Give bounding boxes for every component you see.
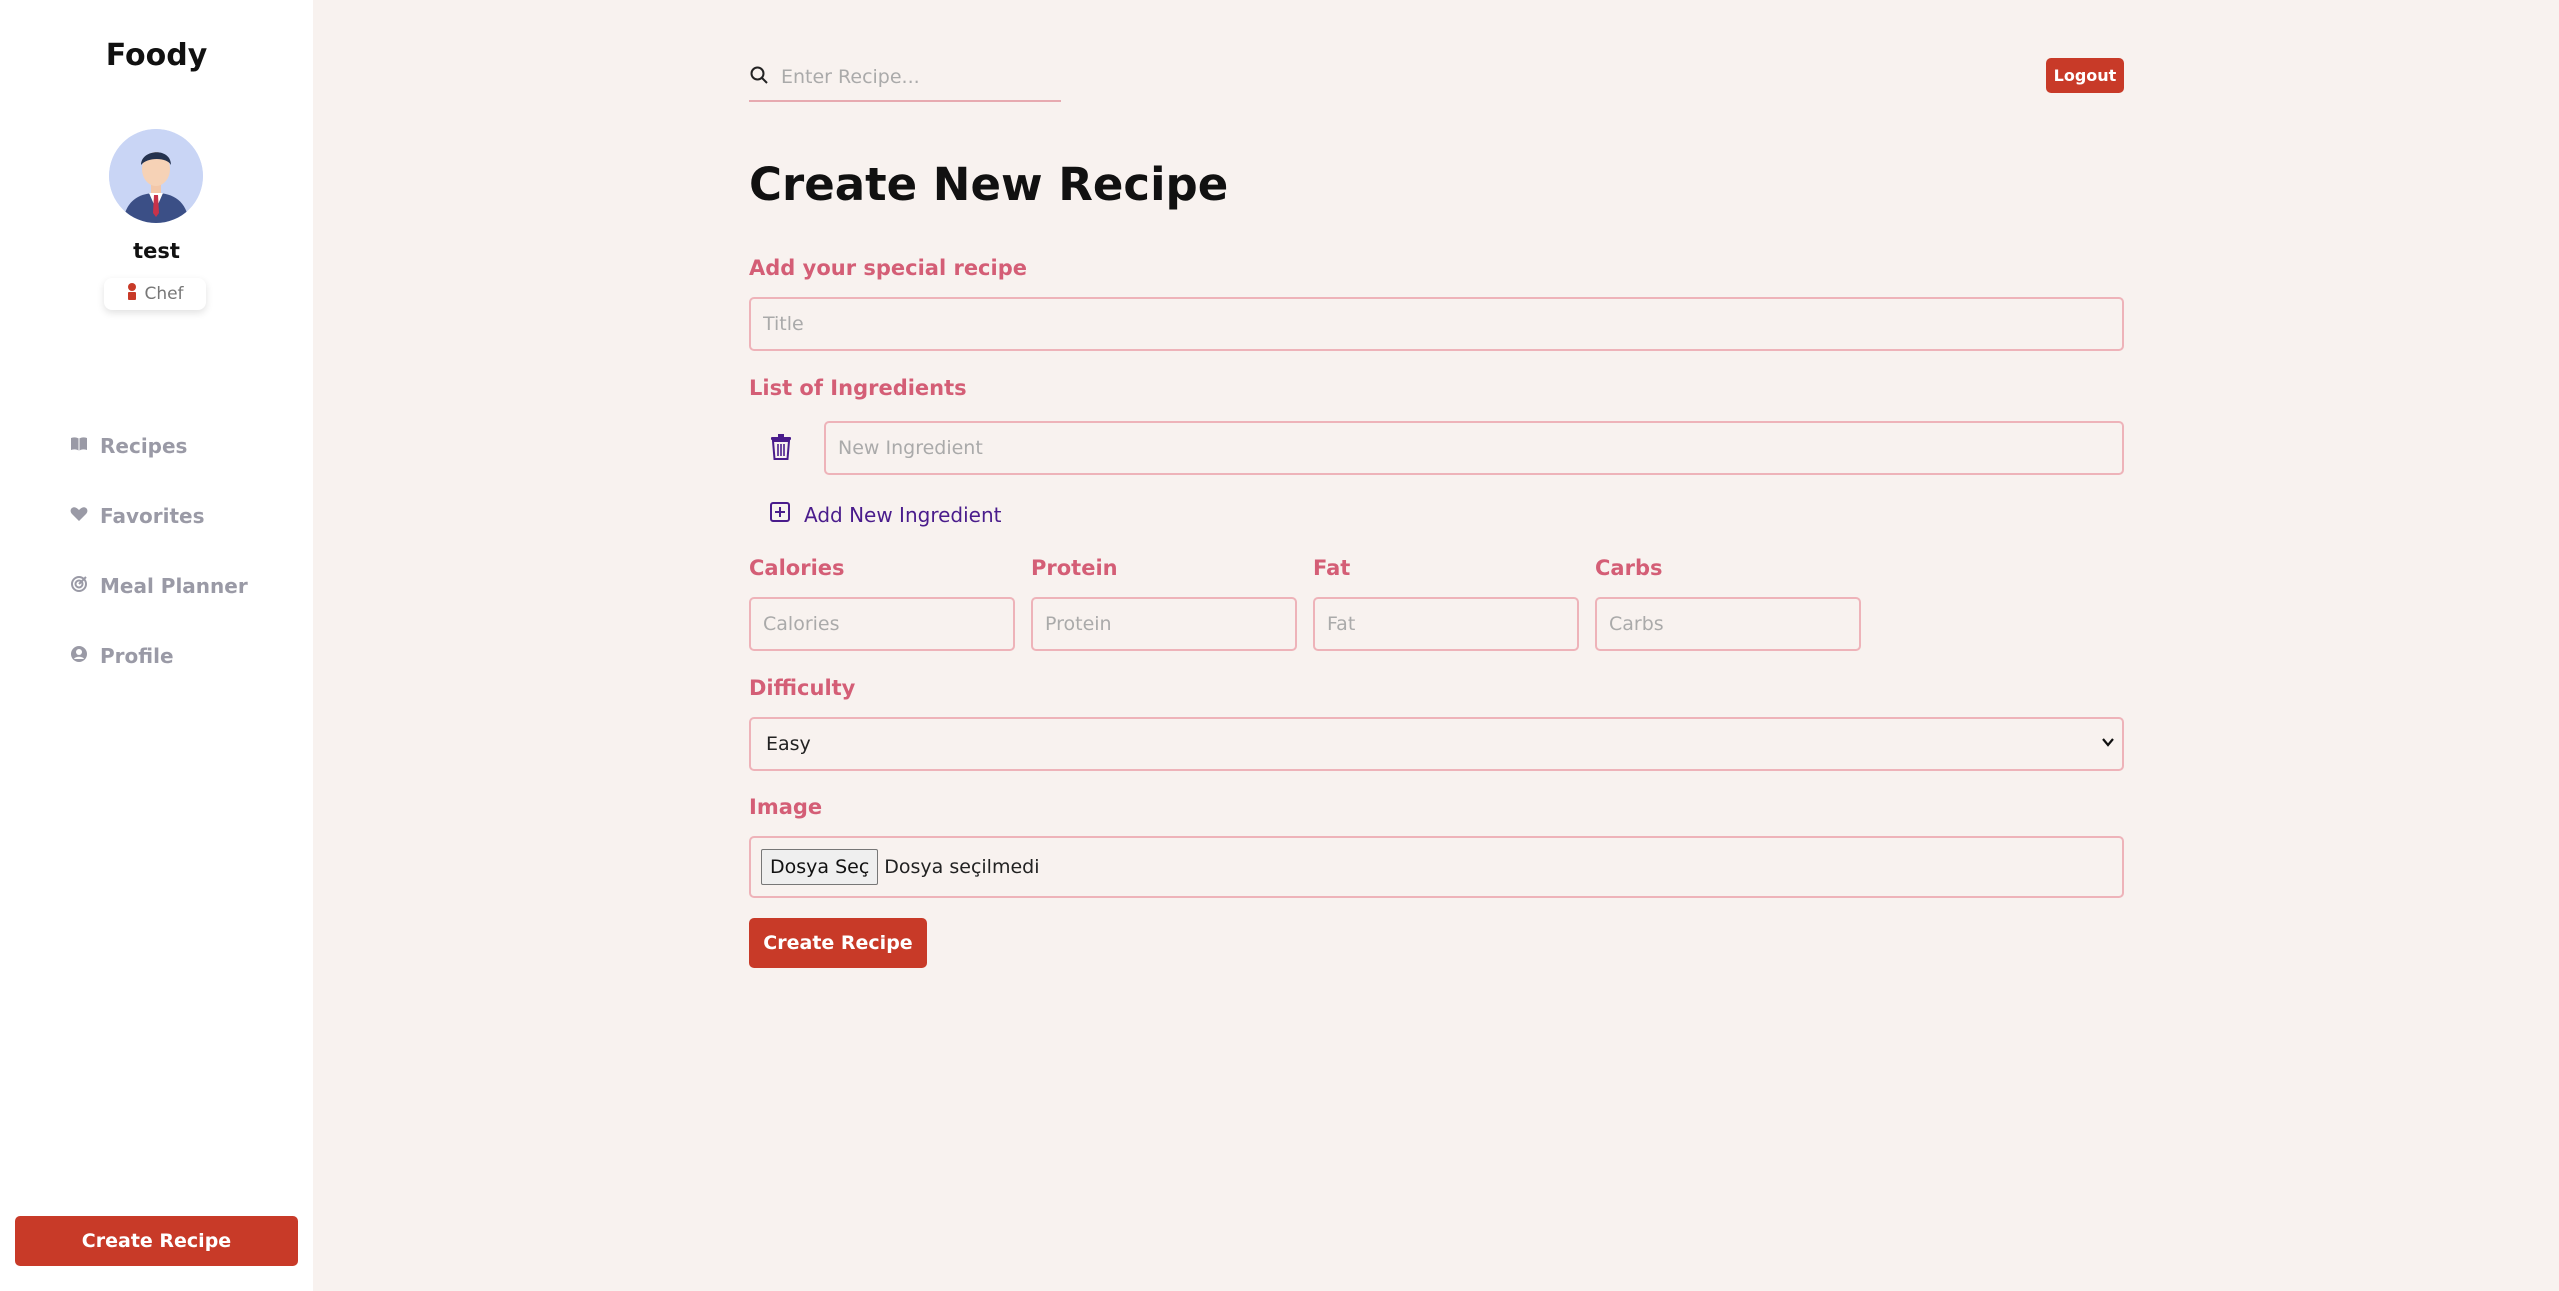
- recipe-label: Add your special recipe: [749, 256, 1027, 280]
- carbs-input[interactable]: [1595, 597, 1861, 651]
- ingredients-label: List of Ingredients: [749, 376, 967, 400]
- sidebar-item-label: Recipes: [100, 434, 188, 458]
- plus-square-icon: [770, 502, 790, 527]
- sidebar-item-profile[interactable]: Profile: [70, 644, 174, 668]
- sidebar-item-meal-planner[interactable]: Meal Planner: [70, 574, 248, 598]
- username: test: [133, 239, 180, 263]
- image-upload-field: Dosya Seç Dosya seçilmedi: [749, 836, 2124, 898]
- trash-icon[interactable]: [770, 434, 792, 460]
- choose-file-button[interactable]: Dosya Seç: [761, 849, 879, 885]
- protein-label: Protein: [1031, 556, 1118, 580]
- role-badge: Chef: [104, 278, 206, 310]
- protein-input[interactable]: [1031, 597, 1297, 651]
- brand-logo: Foody: [105, 38, 208, 73]
- difficulty-select[interactable]: Easy: [749, 717, 2124, 771]
- chevron-down-icon: [2100, 733, 2116, 755]
- search-icon: [749, 65, 769, 89]
- carbs-label: Carbs: [1595, 556, 1663, 580]
- file-status: Dosya seçilmedi: [884, 856, 1040, 878]
- sidebar: Foody test Chef Recipes Favorites Meal P…: [0, 0, 313, 1291]
- fat-input[interactable]: [1313, 597, 1579, 651]
- chef-icon: [126, 283, 138, 305]
- difficulty-value: Easy: [766, 733, 811, 755]
- create-recipe-button[interactable]: Create Recipe: [749, 918, 927, 968]
- user-circle-icon: [70, 644, 88, 668]
- image-label: Image: [749, 795, 823, 819]
- logout-button[interactable]: Logout: [2046, 58, 2124, 93]
- sidebar-item-recipes[interactable]: Recipes: [70, 434, 187, 458]
- heart-icon: [70, 504, 88, 528]
- search-bar: [749, 54, 1061, 102]
- book-icon: [70, 434, 88, 458]
- sidebar-item-label: Favorites: [100, 504, 205, 528]
- calories-input[interactable]: [749, 597, 1015, 651]
- add-ingredient-button[interactable]: Add New Ingredient: [770, 502, 1002, 527]
- add-ingredient-label: Add New Ingredient: [804, 502, 1002, 527]
- ingredient-input[interactable]: [824, 421, 2124, 475]
- fat-label: Fat: [1313, 556, 1351, 580]
- search-input[interactable]: [781, 66, 1041, 88]
- sidebar-item-label: Profile: [100, 644, 174, 668]
- difficulty-label: Difficulty: [749, 676, 856, 700]
- title-input[interactable]: [749, 297, 2124, 351]
- calories-label: Calories: [749, 556, 845, 580]
- sidebar-item-label: Meal Planner: [100, 574, 248, 598]
- avatar: [109, 129, 203, 223]
- planner-icon: [70, 574, 88, 598]
- sidebar-item-favorites[interactable]: Favorites: [70, 504, 205, 528]
- sidebar-create-recipe-button[interactable]: Create Recipe: [15, 1216, 298, 1266]
- role-label: Chef: [144, 284, 184, 304]
- page-title: Create New Recipe: [749, 158, 1229, 211]
